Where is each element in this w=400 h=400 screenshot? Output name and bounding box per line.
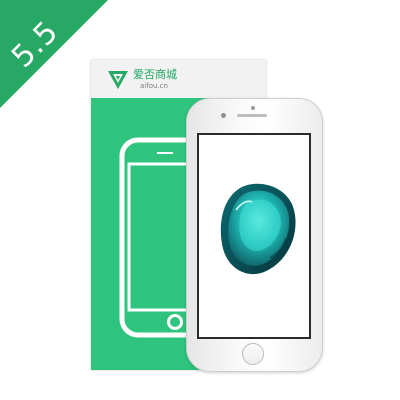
phone-outline-graphic (119, 137, 189, 338)
phone-screen (197, 133, 311, 339)
sensor-dot (251, 106, 255, 110)
brand-name: 爱否商城 (133, 68, 177, 81)
product-image: 爱否商城 aifou.cn 5.5 (0, 0, 400, 400)
size-badge: 5.5 (0, 0, 120, 120)
phone (186, 98, 323, 372)
home-button (242, 343, 264, 365)
front-camera (221, 113, 226, 118)
teal-gem-wallpaper (220, 183, 296, 275)
brand-url: aifou.cn (140, 82, 168, 90)
earpiece-speaker (237, 114, 267, 117)
